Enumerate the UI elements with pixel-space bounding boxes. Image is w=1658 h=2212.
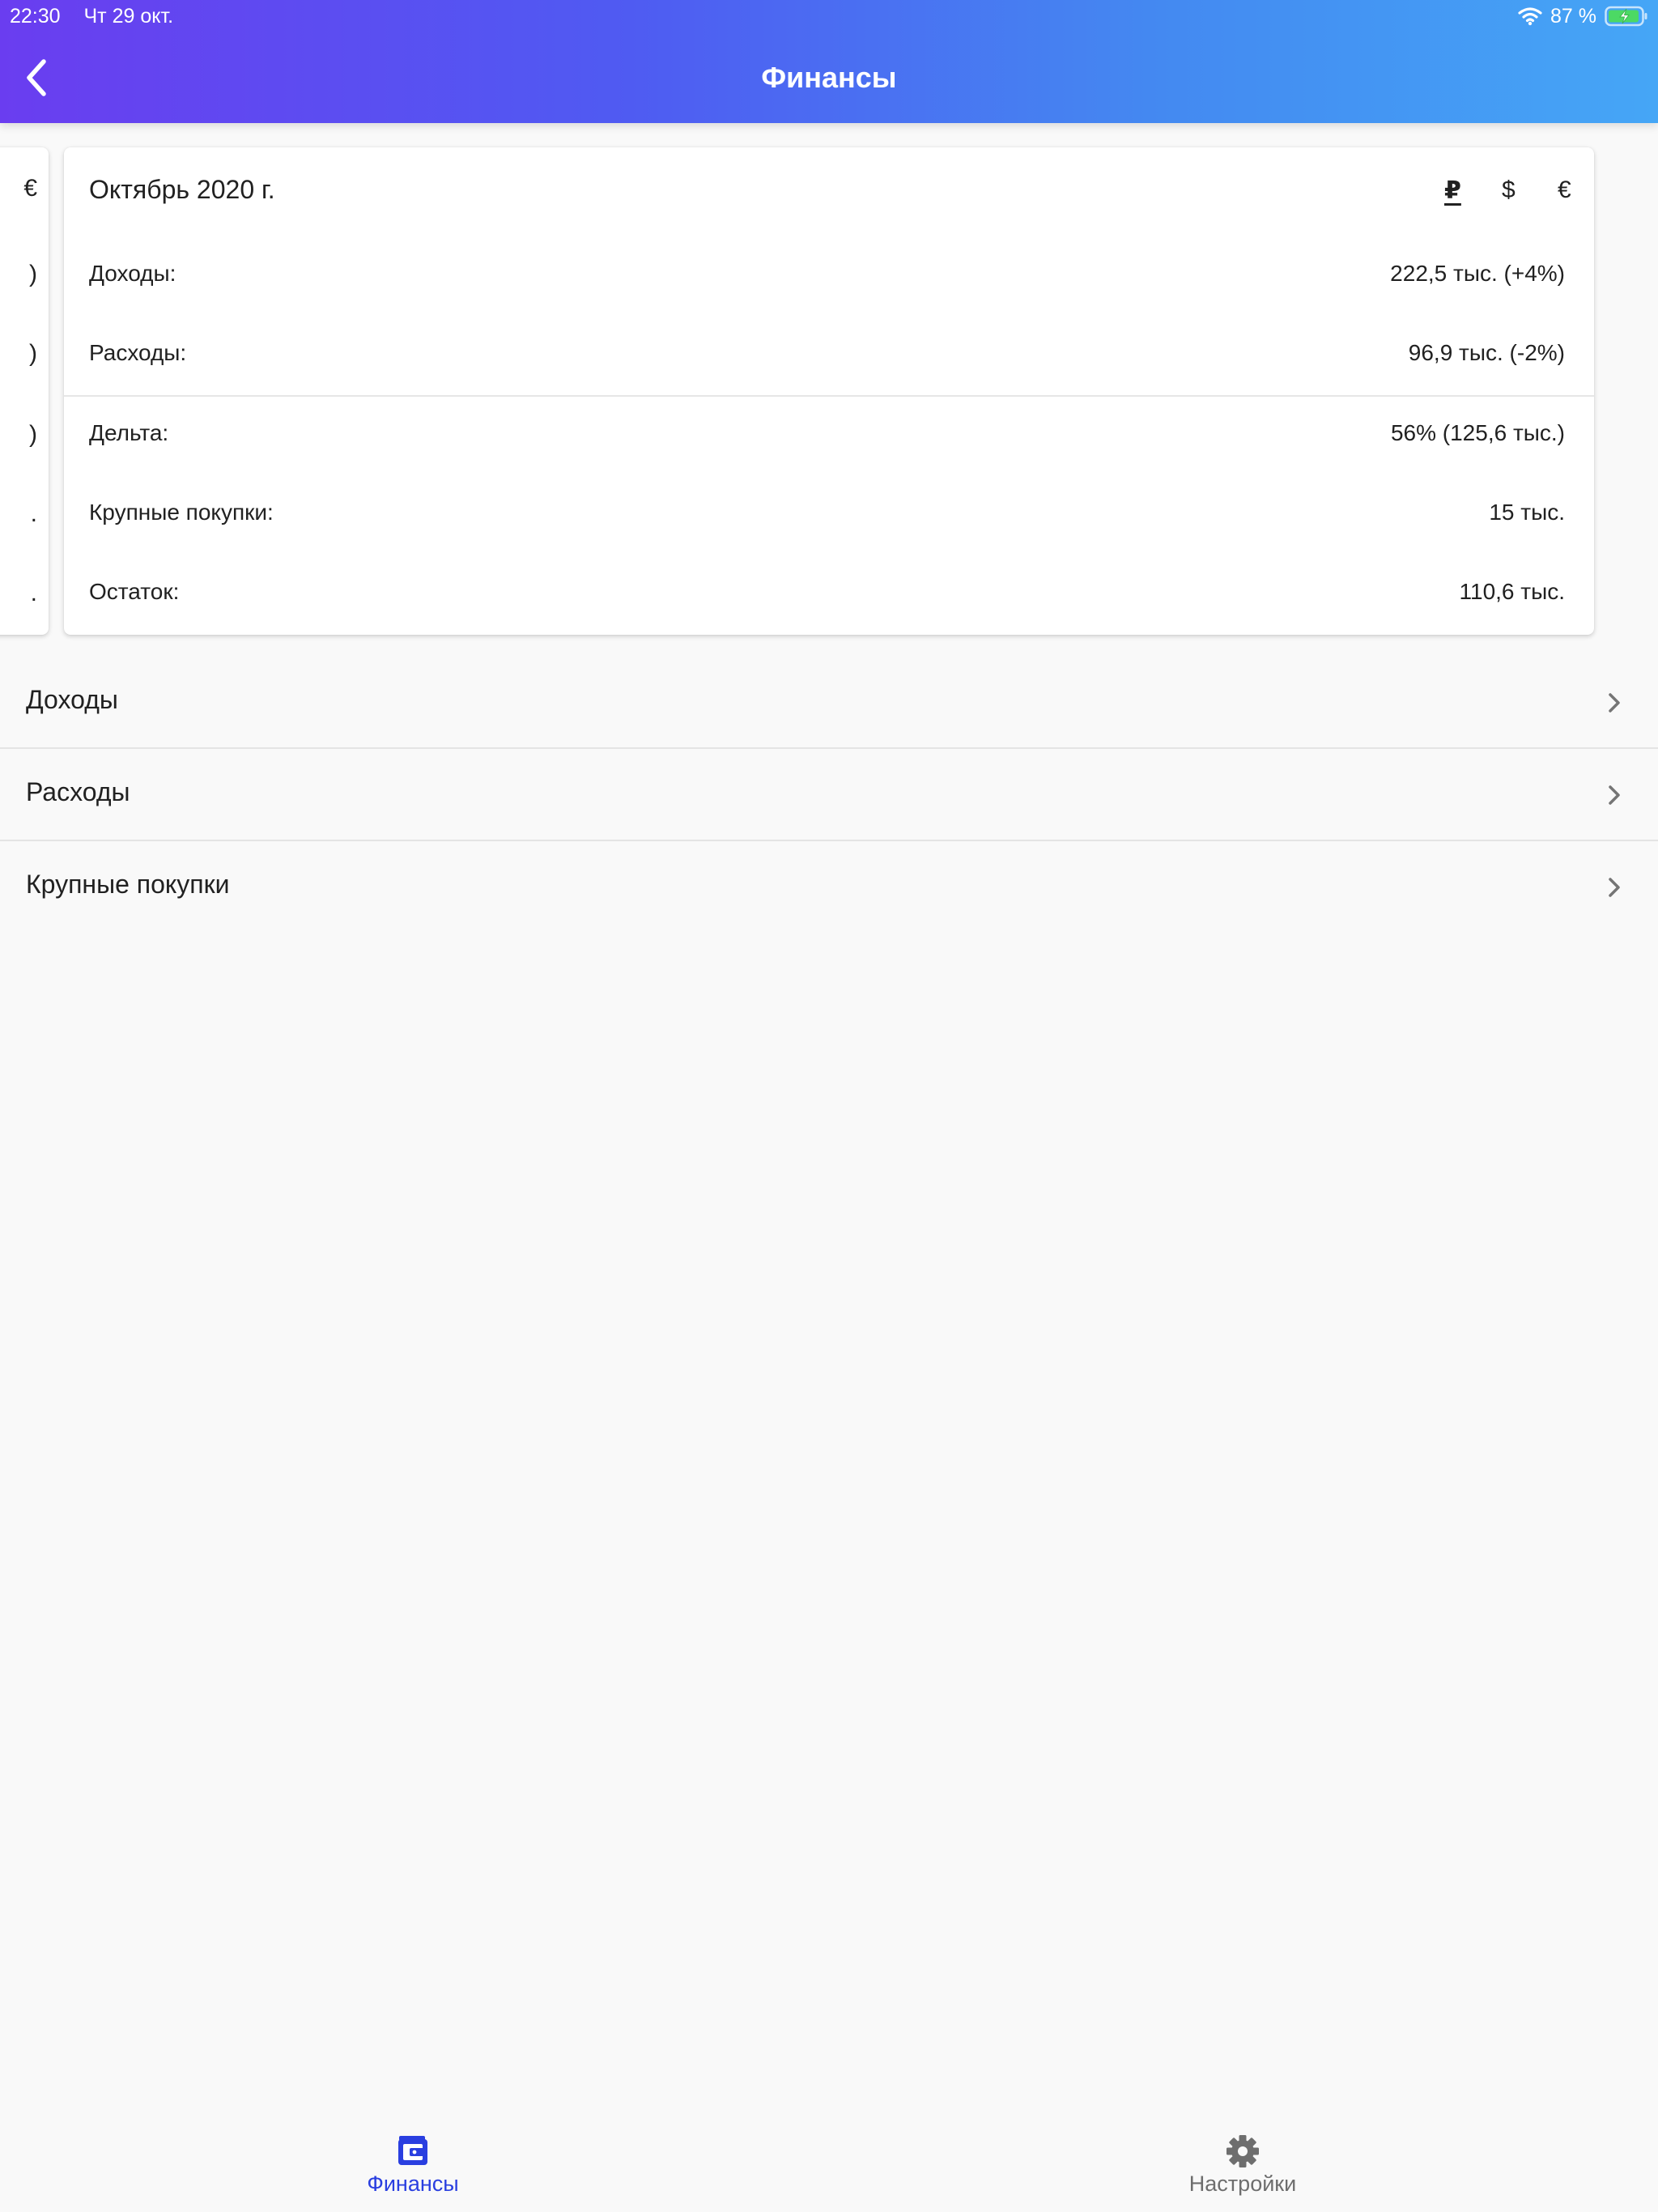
expenses-label: Расходы: bbox=[89, 340, 187, 365]
income-value: 222,5 тыс. (+4%) bbox=[1390, 261, 1565, 286]
big-purchases-label: Крупные покупки: bbox=[89, 500, 274, 525]
chevron-right-icon bbox=[1609, 878, 1620, 897]
status-date: Чт 29 окт. bbox=[83, 5, 174, 28]
period-title: Октябрь 2020 г. bbox=[89, 175, 275, 204]
currency-usd-button[interactable]: $ bbox=[1502, 177, 1516, 204]
wifi-icon bbox=[1518, 7, 1542, 26]
chevron-right-icon bbox=[1609, 693, 1620, 713]
big-purchases-value: 15 тыс. bbox=[1489, 500, 1565, 525]
battery-percent: 87 % bbox=[1550, 5, 1596, 28]
chevron-right-icon bbox=[1609, 785, 1620, 805]
menu-item-income[interactable]: Доходы bbox=[0, 657, 1658, 748]
balance-label: Остаток: bbox=[89, 579, 180, 604]
peek-glyph: . bbox=[30, 500, 37, 527]
page-title: Финансы bbox=[761, 61, 897, 94]
previous-period-card[interactable]: € ) ) ) . . bbox=[0, 147, 49, 635]
peek-glyph: ) bbox=[29, 261, 37, 287]
delta-label: Дельта: bbox=[89, 420, 169, 445]
status-bar-right: 87 % bbox=[1518, 3, 1648, 29]
balance-value: 110,6 тыс. bbox=[1459, 579, 1566, 604]
peek-glyph: € bbox=[23, 175, 37, 202]
currency-eur-button[interactable]: € bbox=[1558, 177, 1571, 204]
list-divider bbox=[0, 840, 1658, 841]
status-bar-left: 22:30 Чт 29 окт. bbox=[10, 3, 173, 29]
menu-item-label: Доходы bbox=[26, 685, 118, 714]
menu-item-big-purchases[interactable]: Крупные покупки bbox=[0, 842, 1658, 933]
peek-glyph: ) bbox=[29, 421, 37, 448]
tab-settings[interactable]: Настройки bbox=[1121, 2129, 1364, 2210]
tab-label: Финансы bbox=[367, 2172, 459, 2196]
menu-item-expenses[interactable]: Расходы bbox=[0, 750, 1658, 840]
tab-label: Настройки bbox=[1188, 2172, 1297, 2196]
menu-item-label: Крупные покупки bbox=[26, 870, 230, 899]
expenses-value: 96,9 тыс. (-2%) bbox=[1408, 340, 1565, 365]
income-label: Доходы: bbox=[89, 261, 176, 286]
card-divider bbox=[64, 395, 1594, 397]
status-time: 22:30 bbox=[10, 5, 61, 28]
list-divider bbox=[0, 747, 1658, 749]
wallet-icon bbox=[398, 2136, 427, 2165]
app-bar: 22:30 Чт 29 окт. 87 % Финансы bbox=[0, 0, 1658, 123]
menu-item-label: Расходы bbox=[26, 777, 130, 806]
currency-rub-button[interactable]: ₽ bbox=[1444, 177, 1461, 205]
battery-icon bbox=[1605, 6, 1647, 27]
peek-glyph: ) bbox=[29, 340, 37, 367]
delta-value: 56% (125,6 тыс.) bbox=[1390, 420, 1565, 445]
summary-card: Октябрь 2020 г. ₽ $ € Доходы: 222,5 тыс.… bbox=[64, 147, 1594, 635]
gear-icon bbox=[1226, 2135, 1259, 2167]
tab-finance[interactable]: Финансы bbox=[291, 2129, 534, 2210]
peek-glyph: . bbox=[30, 580, 37, 606]
